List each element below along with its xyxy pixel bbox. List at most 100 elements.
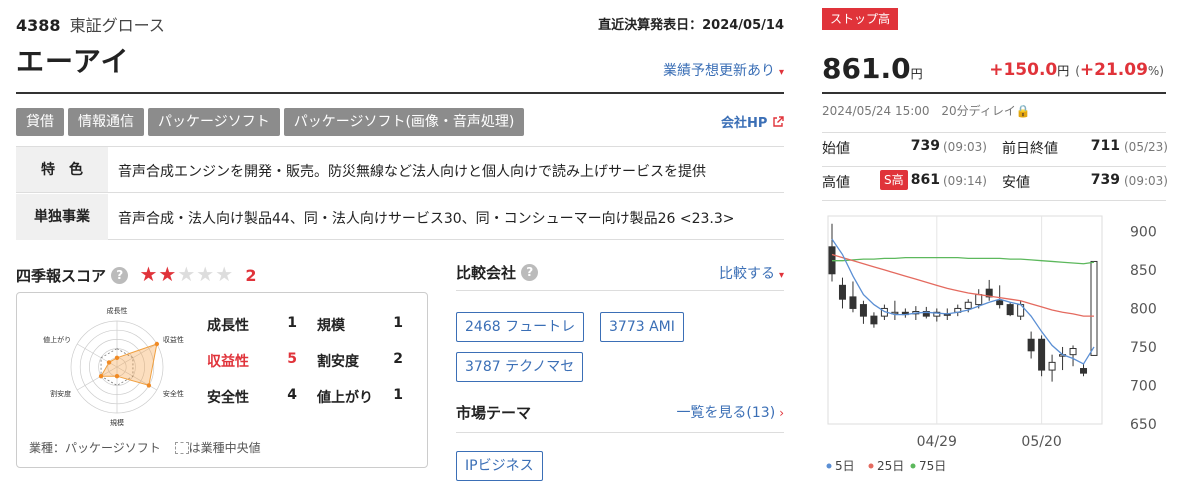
help-icon[interactable]: ? [521,264,539,281]
theme-list-link[interactable]: 一覧を見る(13) › [676,402,784,422]
star-icon: ★ [139,262,159,286]
segment-text: 音声合成・法人向け製品44、同・法人向けサービス30、同・コンシューマー向け製品… [118,211,735,227]
quote-datetime: 2024/05/24 15:00 [822,104,930,118]
settlement-date: 直近決算発表日：2024/05/14 [598,18,784,33]
delay-note: 20分ディレイ [941,104,1016,118]
compare-company-3773[interactable]: 3773 AMI [600,312,684,342]
y-tick-label: 700 [1130,378,1157,394]
legend-label: 5日 [835,459,855,473]
chevron-down-icon: ▾ [778,270,784,281]
score-label-growth: 成長性 [207,318,249,334]
high-label: 高値 [822,175,850,191]
score-value-growth: 1 [287,315,297,331]
header-divider [16,92,784,94]
compare-link-label: 比較する [718,266,775,282]
high-time: (09:14) [943,174,987,188]
theme-title: 市場テーマ [456,404,532,422]
radar-label: 割安度 [50,389,71,398]
tag-package-soft[interactable]: パッケージソフト [148,108,280,136]
radar-label: 安全性 [163,389,184,398]
star-icon: ★ [196,262,216,286]
score-title: 四季報スコア [16,267,107,285]
radar-point [154,341,160,347]
ma25-line [831,253,1094,317]
candle [849,296,857,309]
star-icon: ★ [177,262,197,286]
chevron-down-icon: ▾ [778,67,784,78]
low-time: (09:03) [1124,174,1168,188]
help-icon[interactable]: ? [111,267,129,284]
score-panel: 成長性 収益性 安全性 規模 割安度 値上がり 成長性 1 規模 1 収益性 5 割安度 … [16,292,428,468]
stop-high-badge: ストップ高 [822,8,899,30]
legend-dot [826,463,832,469]
prev-close-label: 前日終値 [1002,141,1058,157]
candle [1038,338,1046,371]
y-tick-label: 650 [1130,417,1157,433]
legend-dot [910,463,916,469]
y-tick-label: 750 [1130,340,1157,356]
legend-dot [868,463,874,469]
score-radar-chart: 成長性収益性安全性規模 割安度 値上がり [43,306,184,427]
score-title-row: 四季報スコア ? ★★★★★ 2 [16,262,257,286]
score-label-momentum: 値上がり [317,390,373,406]
tag-package-soft-image[interactable]: パッケージソフト(画像・音声処理) [283,108,525,136]
compare-link[interactable]: 比較する ▾ [719,263,784,283]
score-footer: 業種：パッケージソフト は業種中央値 [29,439,261,456]
company-hp-label: 会社HP [721,116,768,131]
theme-list-label: 一覧を見る(13) [676,405,776,421]
tag-info-comm[interactable]: 情報通信 [68,108,144,136]
candle [1027,338,1035,352]
candle [1069,348,1077,356]
star-icon: ★ [215,262,235,286]
current-price-row: 861.0円 [822,52,923,85]
radar-point [106,360,112,365]
score-label-safety: 安全性 [207,390,249,406]
stock-code: 4388 [16,16,61,35]
candle [859,304,867,317]
market-name: 東証グロース [69,16,165,35]
ma75-line [832,256,1095,265]
compare-company-2468[interactable]: 2468 フュートレ [456,312,585,342]
score-label-profit: 収益性 [207,354,249,370]
y-tick-label: 850 [1130,263,1157,279]
price-change-pct: +21.09 [1079,60,1148,80]
compare-company-3787[interactable]: 3787 テクノマセ [456,352,584,382]
forecast-update-link[interactable]: 業績予想更新あり ▾ [663,60,784,80]
candle [838,284,846,300]
radar-point [114,374,120,379]
open-value: 739 [910,138,940,154]
company-hp-link[interactable]: 会社HP [721,112,784,131]
radar-label: 成長性 [107,306,128,315]
x-tick-label: 04/29 [917,434,957,450]
star-icon: ★ [158,262,178,286]
feature-label: 特 色 [16,147,108,193]
low-value: 739 [1090,172,1120,188]
tag-margin[interactable]: 貸借 [16,108,64,136]
price-chart[interactable]: 900 850 800 750 700 650 04/29 05/20 5日 25日 75日 [820,212,1180,487]
industry-tags: 貸借 情報通信 パッケージソフト パッケージソフト(画像・音声処理) [16,108,528,136]
price-unit: 円 [910,67,923,81]
score-label-scale: 規模 [317,318,345,334]
legend-label: 75日 [919,459,946,473]
quote-time-row: 2024/05/24 15:00 20分ディレイ🔒 [822,102,1031,119]
score-value-profit: 5 [287,351,297,367]
low-label: 安値 [1002,175,1030,191]
radar-point [98,374,104,379]
forecast-update-label: 業績予想更新あり [662,63,775,79]
lock-icon: 🔒 [1015,104,1031,118]
external-link-icon [773,116,784,127]
current-price: 861.0 [822,52,911,85]
score-value-momentum: 1 [393,387,403,403]
candle [1090,260,1098,356]
profile-table: 特 色 音声合成エンジンを開発・販売。防災無線など法人向けと個人向けで読み上げサ… [16,146,784,240]
candle [1048,361,1056,371]
compare-title-row: 比較会社 ? [456,262,539,283]
score-value: 2 [245,266,257,285]
chevron-right-icon: › [779,406,784,420]
score-value-value: 2 [393,351,403,367]
stock-code-market: 4388 東証グロース [16,12,165,36]
radar-label: 規模 [110,418,124,427]
theme-ip-business[interactable]: IPビジネス [456,451,543,481]
radar-label: 収益性 [163,335,184,344]
open-label: 始値 [822,141,850,157]
